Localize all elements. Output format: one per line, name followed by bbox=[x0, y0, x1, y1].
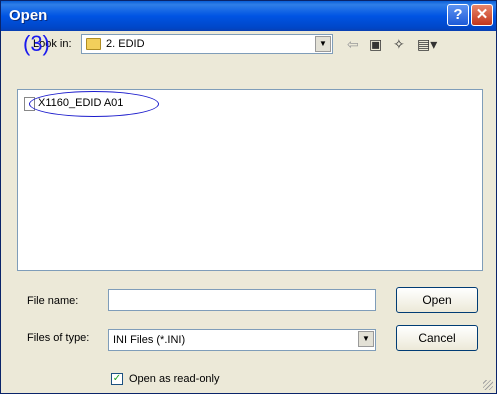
chevron-down-icon[interactable]: ▼ bbox=[315, 36, 331, 52]
files-of-type-select[interactable]: INI Files (*.INI) ▼ bbox=[108, 329, 376, 351]
look-in-dropdown[interactable]: 2. EDID ▼ bbox=[81, 34, 333, 54]
files-of-type-label: Files of type: bbox=[27, 332, 90, 344]
new-folder-icon[interactable]: ✧ bbox=[393, 35, 405, 53]
back-arrow-icon[interactable]: ⇦ bbox=[347, 35, 359, 53]
view-menu-icon[interactable]: ▤▾ bbox=[417, 35, 437, 53]
look-in-value: 2. EDID bbox=[106, 38, 145, 50]
folder-icon bbox=[86, 38, 101, 50]
annotation-label: (3) bbox=[23, 31, 50, 56]
read-only-label: Open as read-only bbox=[129, 373, 220, 385]
up-folder-icon[interactable]: ▣ bbox=[369, 35, 382, 53]
open-button[interactable]: Open bbox=[396, 287, 478, 313]
close-button[interactable]: ✕ bbox=[471, 4, 493, 26]
dialog-title: Open bbox=[9, 7, 48, 24]
files-of-type-value: INI Files (*.INI) bbox=[113, 334, 186, 346]
resize-grip[interactable] bbox=[483, 380, 493, 390]
cancel-button[interactable]: Cancel bbox=[396, 325, 478, 351]
file-name-field[interactable] bbox=[108, 289, 376, 311]
title-bar[interactable]: Open ? ✕ bbox=[1, 1, 496, 31]
read-only-checkbox[interactable]: ✓ bbox=[111, 373, 123, 385]
chevron-down-icon[interactable]: ▼ bbox=[358, 331, 374, 347]
open-dialog: Open ? ✕ Look in: (3) 2. EDID ▼ ⇦ ▣ ✧ ▤▾… bbox=[0, 0, 497, 394]
file-name-label: File name: bbox=[27, 295, 79, 307]
annotation-ellipse bbox=[29, 91, 159, 117]
help-button[interactable]: ? bbox=[447, 4, 469, 26]
